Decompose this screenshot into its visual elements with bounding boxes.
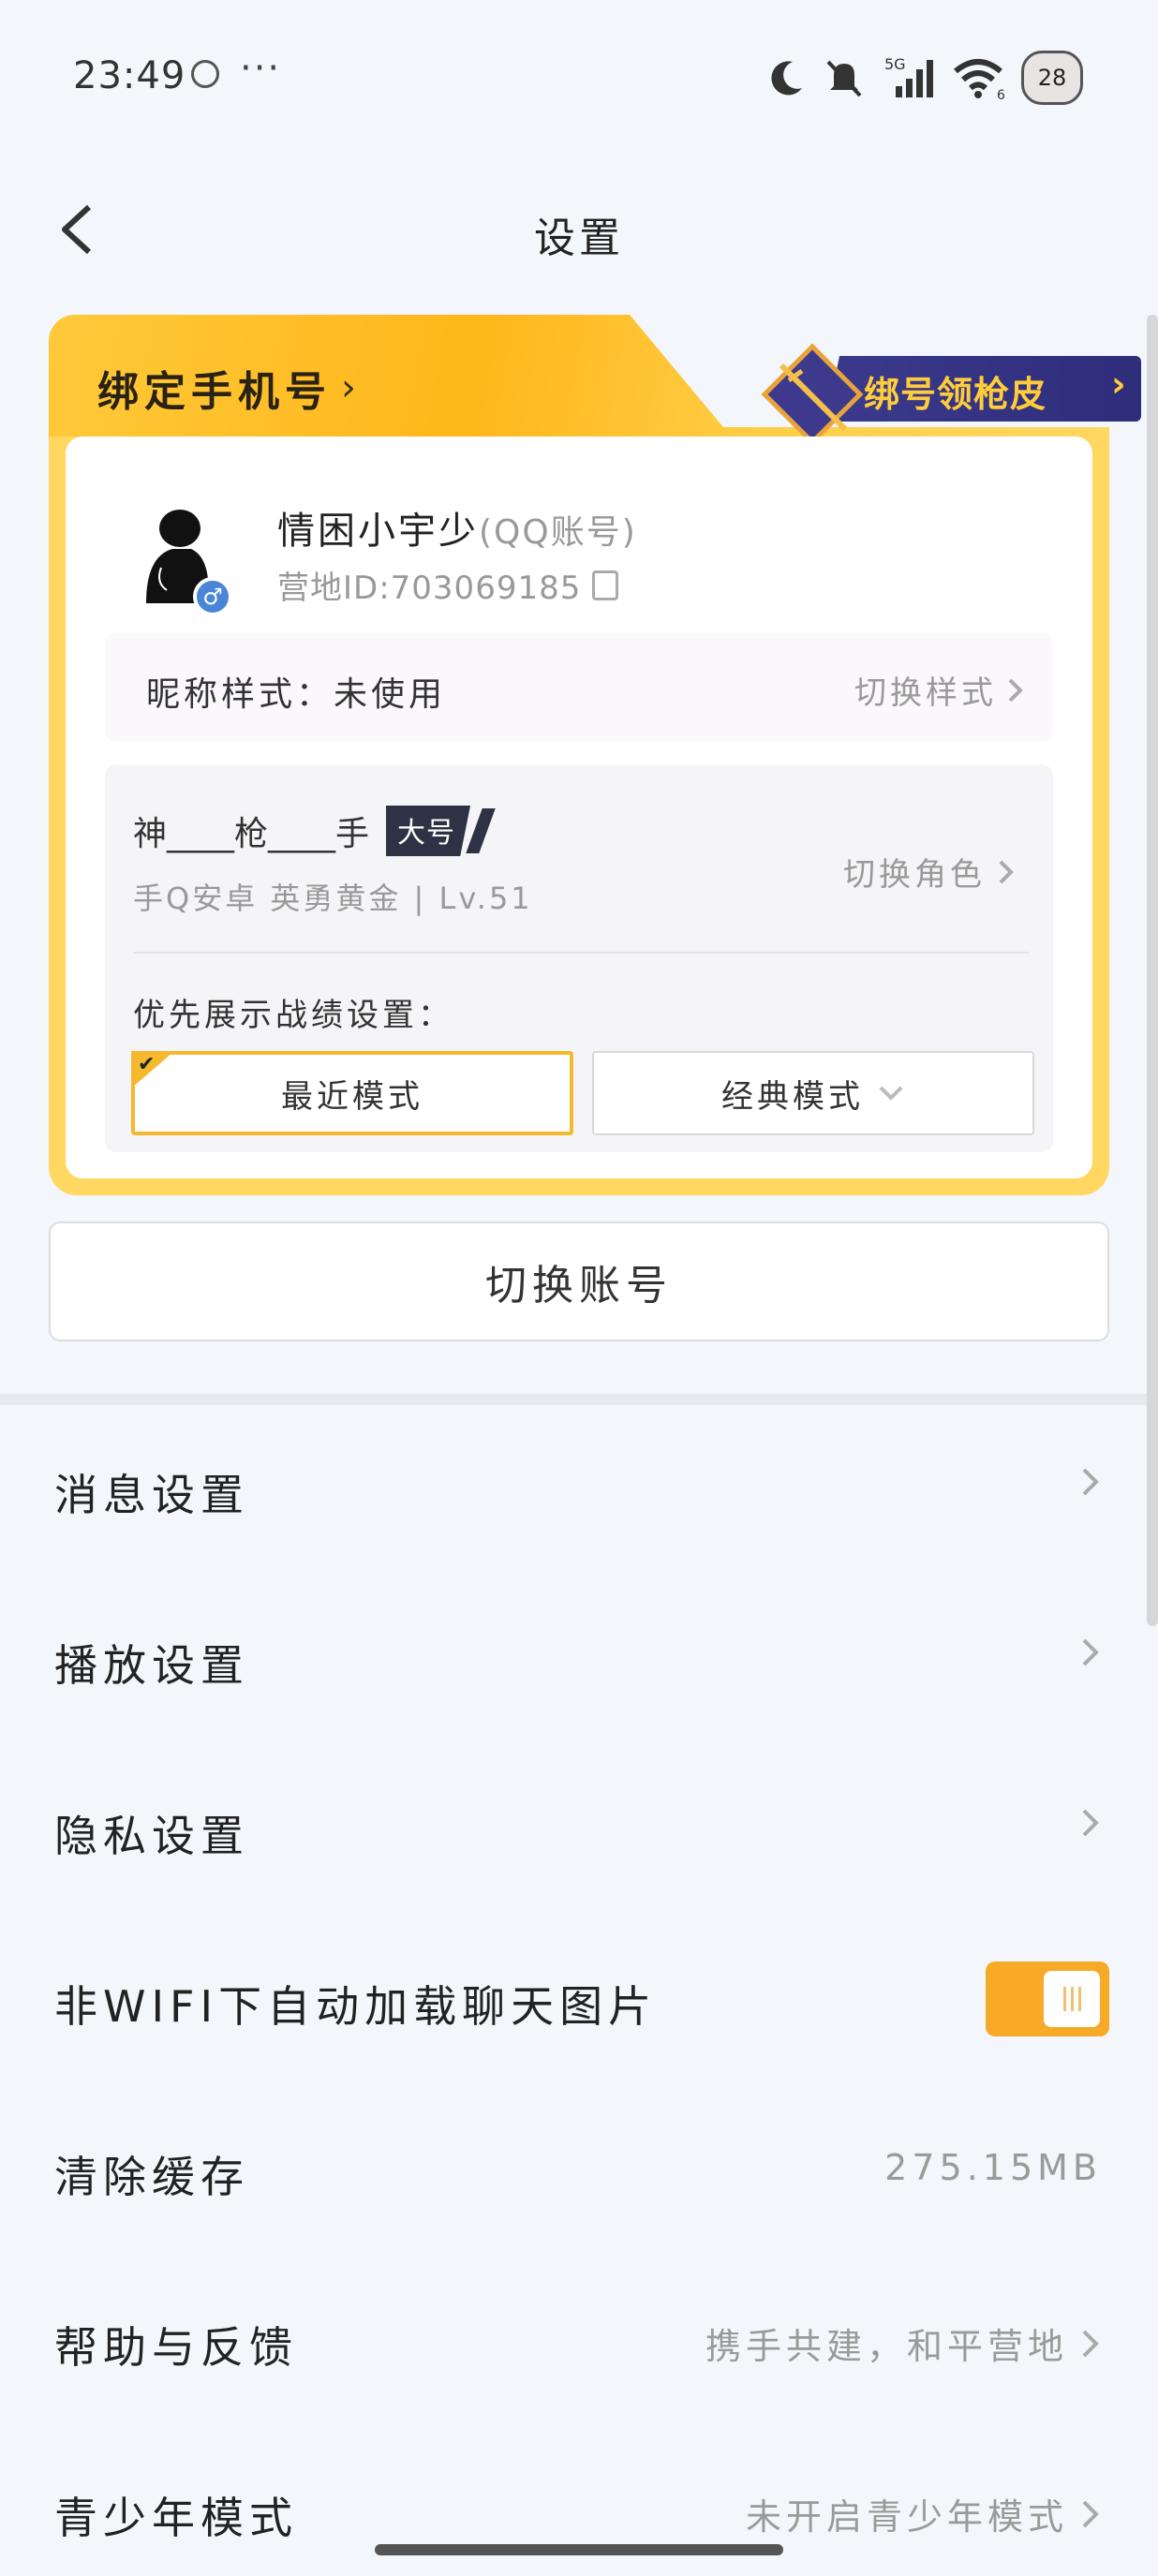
- wifi-label: 6: [997, 88, 1005, 101]
- cache-size: 275.15MB: [884, 2147, 1102, 2188]
- youth-mode-value: 未开启青少年模式: [746, 2488, 1102, 2539]
- help-feedback-row[interactable]: 帮助与反馈 携手共建，和平营地: [0, 2258, 1158, 2428]
- battery-indicator: 28: [1021, 51, 1083, 105]
- mute-icon: [826, 60, 862, 97]
- promo-chevron-icon: ›: [1111, 363, 1126, 405]
- promo-text: 绑号领枪皮: [864, 374, 1047, 415]
- cache-size-text: 275.15MB: [884, 2147, 1102, 2188]
- promo-badge[interactable]: 绑号领枪皮 ›: [761, 343, 1145, 446]
- switch-style-link[interactable]: 切换样式: [854, 667, 1025, 713]
- chevron-right-icon: [1082, 1809, 1099, 1837]
- gun-skin-icon: [761, 343, 864, 446]
- scrollbar[interactable]: [1147, 315, 1158, 1626]
- moon-icon: [771, 61, 802, 96]
- chevron-right-icon: [1082, 1638, 1099, 1666]
- nickname-style-label: 昵称样式：未使用: [146, 667, 446, 716]
- chevron-right-icon: [1082, 2330, 1099, 2357]
- classic-mode-label: 经典模式: [721, 1077, 864, 1116]
- switch-role-label: 切换角色: [843, 856, 986, 894]
- account-type: (QQ账号): [479, 513, 637, 552]
- clear-cache-row[interactable]: 清除缓存 275.15MB: [0, 2087, 1158, 2258]
- user-nickname: 情困小宇少: [277, 510, 479, 553]
- help-feedback-value: 携手共建，和平营地: [705, 2317, 1102, 2369]
- nav-header: 设置: [0, 178, 1158, 281]
- setting-label: 播放设置: [54, 1640, 249, 1691]
- chevron-right-icon: [1008, 678, 1023, 702]
- copy-icon[interactable]: [592, 570, 619, 600]
- recent-mode-button[interactable]: ✔ 最近模式: [131, 1051, 573, 1135]
- wifi-icon: 6: [954, 59, 1005, 101]
- status-icons: 5G 6 28: [765, 45, 1083, 111]
- notification-icon: [191, 60, 219, 88]
- role-box: 神____枪____手 大号 手Q安卓 英勇黄金 | Lv.51 切换角色 优先…: [105, 764, 1053, 1152]
- chevron-down-icon: [879, 1086, 903, 1101]
- checkmark-icon: ✔: [138, 1053, 159, 1076]
- nickname-style-row[interactable]: 昵称样式：未使用 切换样式: [105, 633, 1053, 742]
- chevron-right-icon: [1082, 2500, 1099, 2527]
- status-time: 23:49: [73, 54, 186, 97]
- section-divider: [0, 1394, 1158, 1405]
- setting-label: 清除缓存: [54, 2152, 249, 2202]
- user-name: 情困小宇少(QQ账号): [277, 500, 637, 555]
- card-body: ♂ 情困小宇少(QQ账号) 营地ID:703069185 昵称样式：未使用 切换…: [49, 437, 1109, 1195]
- role-name: 神____枪____手: [133, 815, 370, 853]
- account-card: 绑定手机号 › 绑号领枪皮 › ♂ 情困小宇少(QQ账号) 营地ID:70306: [49, 315, 1141, 1195]
- role-tag: 大号: [386, 806, 471, 856]
- pref-label: 优先展示战绩设置：: [133, 997, 453, 1034]
- setting-label: 青少年模式: [54, 2493, 298, 2543]
- setting-label: 帮助与反馈: [54, 2322, 298, 2373]
- playback-settings-row[interactable]: 播放设置: [0, 1576, 1158, 1746]
- role-info: 手Q安卓 英勇黄金 | Lv.51: [133, 881, 533, 916]
- camp-id: 营地ID:703069185: [277, 562, 619, 608]
- switch-account-button[interactable]: 切换账号: [49, 1221, 1109, 1341]
- switch-style-label: 切换样式: [854, 674, 997, 712]
- role-name-row: 神____枪____手 大号: [133, 806, 496, 856]
- role-tag-slash: [466, 808, 496, 853]
- nickname-style-value: 未使用: [334, 675, 447, 714]
- help-feedback-text: 携手共建，和平营地: [705, 2326, 1068, 2367]
- message-settings-row[interactable]: 消息设置: [0, 1405, 1158, 1576]
- chevron-right-icon: [999, 860, 1014, 883]
- setting-label: 消息设置: [54, 1470, 249, 1520]
- main-account-badge: 大号: [386, 806, 496, 856]
- divider: [133, 952, 1029, 954]
- privacy-settings-row[interactable]: 隐私设置: [0, 1746, 1158, 1917]
- signal-label: 5G: [884, 55, 906, 73]
- youth-mode-text: 未开启青少年模式: [745, 2496, 1068, 2538]
- male-gender-icon: ♂: [193, 577, 232, 616]
- chevron-right-icon: [1082, 1468, 1099, 1496]
- auto-load-images-row: 非WIFI下自动加载聊天图片: [0, 1917, 1158, 2087]
- status-bar: 23:49 ··· 5G 6 28: [0, 0, 1158, 159]
- bind-phone-link[interactable]: 绑定手机号 ›: [97, 358, 362, 418]
- home-indicator[interactable]: [375, 2544, 783, 2555]
- signal-icon: 5G: [884, 55, 933, 97]
- classic-mode-dropdown[interactable]: 经典模式: [592, 1051, 1034, 1135]
- nickname-style-key: 昵称样式：: [146, 675, 334, 714]
- bind-phone-label: 绑定手机号: [97, 368, 332, 416]
- switch-role-link[interactable]: 切换角色: [843, 849, 1016, 895]
- setting-label: 非WIFI下自动加载聊天图片: [54, 1981, 658, 2032]
- toggle-knob: [1044, 1971, 1100, 2027]
- camp-id-text: 营地ID:703069185: [277, 570, 582, 607]
- more-notifications-icon: ···: [240, 47, 282, 90]
- page-title: 设置: [534, 215, 624, 262]
- recent-mode-label: 最近模式: [281, 1077, 423, 1116]
- auto-load-images-toggle[interactable]: [986, 1962, 1109, 2036]
- chevron-right-icon: ›: [341, 366, 362, 409]
- card-inner: ♂ 情困小宇少(QQ账号) 营地ID:703069185 昵称样式：未使用 切换…: [66, 437, 1092, 1178]
- setting-label: 隐私设置: [54, 1811, 249, 1861]
